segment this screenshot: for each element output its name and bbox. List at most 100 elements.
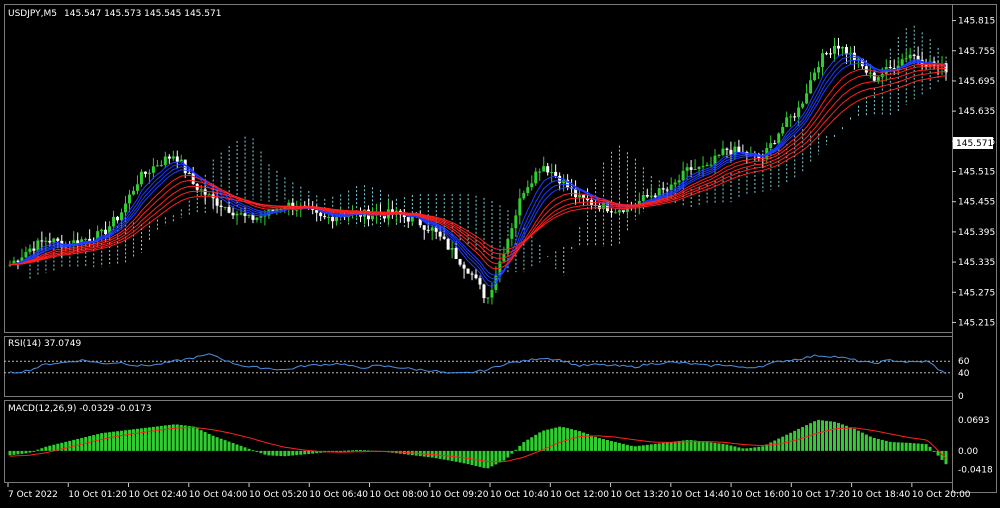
candle-body — [558, 175, 562, 184]
price-axis: 145.815145.755145.695145.635145.575145.5… — [952, 17, 995, 475]
macd-histogram-bar — [860, 432, 864, 451]
symbol-label: USDJPY,M5 — [8, 9, 57, 19]
candle-body — [522, 193, 526, 199]
rsi-pane-border — [4, 336, 953, 397]
candle-body — [426, 229, 430, 231]
candle-body — [681, 170, 685, 181]
macd-histogram-bar — [729, 445, 733, 451]
chart-canvas[interactable]: 145.815145.755145.695145.635145.575145.5… — [0, 0, 1000, 508]
candle-body — [247, 214, 251, 216]
macd-histogram-bar — [104, 432, 108, 451]
price-tick-label: 145.755 — [958, 47, 995, 57]
fast-ma-line — [9, 59, 947, 280]
candle-body — [231, 212, 235, 216]
main-plot — [8, 25, 948, 305]
macd-plot — [8, 419, 948, 469]
candle-body — [721, 148, 725, 155]
macd-histogram-bar — [836, 422, 840, 451]
candle-body — [821, 53, 825, 68]
price-tick-label: 145.455 — [958, 198, 995, 208]
macd-histogram-bar — [127, 429, 131, 451]
macd-histogram-bar — [287, 450, 291, 456]
macd-histogram-bar — [279, 450, 283, 457]
candle-body — [904, 58, 908, 60]
rsi-line — [9, 353, 947, 375]
candle-body — [729, 149, 733, 155]
price-tick-label: 145.275 — [958, 288, 995, 298]
candle-body — [462, 264, 466, 269]
macd-histogram-bar — [868, 436, 872, 451]
macd-histogram-bar — [514, 449, 518, 451]
macd-histogram-bar — [721, 443, 725, 451]
macd-histogram-bar — [542, 430, 546, 451]
macd-histogram-bar — [813, 421, 817, 451]
macd-histogram-bar — [359, 450, 362, 452]
macd-histogram-bar — [609, 440, 613, 451]
candle-body — [116, 216, 120, 221]
candle-body — [685, 167, 689, 171]
macd-histogram-bar — [657, 443, 661, 451]
candle-body — [793, 116, 797, 118]
macd-histogram-bar — [355, 450, 359, 452]
macd-histogram-bar — [143, 427, 147, 451]
macd-histogram-bar — [239, 445, 243, 451]
candle-body — [701, 166, 705, 168]
macd-histogram-bar — [179, 424, 183, 451]
macd-histogram-bar — [582, 432, 586, 451]
macd-histogram-bar — [916, 443, 920, 451]
macd-histogram-bar — [271, 450, 275, 456]
candle-body — [16, 260, 20, 262]
macd-histogram-bar — [912, 443, 916, 451]
macd-histogram-bar — [848, 427, 852, 451]
trading-chart[interactable]: 145.815145.755145.695145.635145.575145.5… — [0, 0, 1000, 508]
macd-histogram-bar — [645, 444, 649, 451]
macd-histogram-bar — [462, 450, 466, 464]
macd-histogram-bar — [295, 450, 299, 456]
candle-body — [813, 72, 817, 81]
candle-body — [621, 210, 625, 212]
macd-histogram-bar — [733, 446, 737, 451]
macd-histogram-bar — [705, 441, 709, 451]
macd-histogram-bar — [713, 442, 717, 451]
macd-histogram-bar — [613, 441, 617, 451]
macd-histogram-bar — [673, 441, 677, 451]
candle-body — [191, 173, 195, 184]
macd-histogram-bar — [932, 450, 936, 452]
macd-histogram-bar — [227, 441, 231, 451]
macd-histogram-bar — [470, 450, 474, 465]
candle-body — [370, 215, 374, 220]
candle-body — [454, 247, 458, 259]
macd-histogram-bar — [478, 450, 482, 467]
macd-tick-label: -0.0418 — [958, 465, 993, 475]
macd-histogram-bar — [864, 434, 868, 451]
candle-body — [777, 133, 781, 144]
macd-histogram-bar — [68, 440, 72, 451]
candle-body — [613, 212, 617, 214]
candle-body — [490, 289, 494, 298]
macd-histogram-bar — [825, 420, 829, 451]
candle-body — [486, 297, 490, 299]
candle-body — [737, 146, 741, 152]
macd-histogram-bar — [231, 443, 235, 451]
price-tick-label: 145.335 — [958, 258, 995, 268]
macd-histogram-bar — [124, 430, 127, 451]
macd-histogram-bar — [701, 441, 705, 451]
macd-histogram-bar — [12, 450, 16, 455]
macd-histogram-bar — [661, 442, 665, 451]
candle-body — [474, 274, 478, 279]
macd-histogram-bar — [502, 450, 506, 461]
macd-histogram-bar — [856, 430, 860, 451]
candle-body — [28, 248, 32, 253]
macd-histogram-bar — [777, 438, 781, 451]
macd-histogram-bar — [247, 448, 251, 451]
macd-histogram-bar — [653, 443, 657, 451]
macd-histogram-bar — [570, 429, 574, 451]
macd-histogram-bar — [601, 439, 605, 451]
macd-histogram-bar — [116, 431, 120, 451]
candle-body — [48, 240, 52, 243]
candle-body — [705, 164, 709, 167]
candle-body — [438, 231, 442, 237]
candle-body — [514, 215, 518, 229]
macd-histogram-bar — [924, 444, 928, 451]
macd-histogram-bar — [554, 427, 558, 451]
